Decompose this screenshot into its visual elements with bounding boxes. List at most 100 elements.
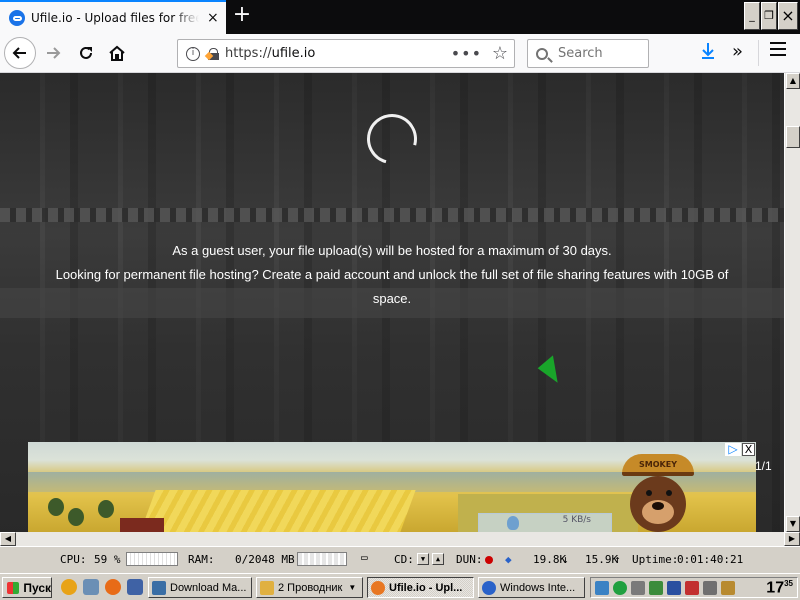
cd-eject-icon[interactable]: ▼ — [417, 553, 429, 565]
clock-minutes: 35 — [784, 579, 793, 588]
tray-app-icon[interactable] — [667, 581, 681, 595]
ad-close-button[interactable]: X — [742, 443, 755, 456]
volume-icon[interactable] — [631, 581, 645, 595]
tab-ufile[interactable]: Ufile.io - Upload files for free & share… — [0, 0, 226, 34]
search-icon — [536, 47, 548, 60]
clock[interactable]: 1735 — [766, 579, 793, 597]
bear-nose — [652, 502, 664, 510]
uptime-label: Uptime: — [632, 553, 679, 566]
tray-app-icon[interactable] — [649, 581, 663, 595]
tray-app-icon[interactable] — [613, 581, 627, 595]
tray-app-icon[interactable] — [685, 581, 699, 595]
system-monitor-bar: CPU: 59 % RAM: 0/2048 MB ▭ CD: ▼ ▲ DUN: … — [0, 546, 800, 572]
taskbar-button-label: Windows Inte... — [500, 581, 576, 594]
network-icon: ◆ — [505, 553, 512, 566]
advertisement-banner[interactable]: SMOKEY — [28, 442, 756, 532]
home-button[interactable] — [102, 38, 132, 68]
adchoices-icon[interactable]: ▷ — [725, 443, 741, 456]
dun-label: DUN: — [456, 553, 483, 566]
close-window-button[interactable]: × — [778, 2, 798, 30]
folder-icon — [260, 580, 274, 595]
download-manager-icon — [152, 580, 166, 595]
arrow-right-icon — [47, 47, 61, 59]
windows-logo-icon — [7, 581, 20, 594]
window-controls: _ ❐ × — [744, 2, 798, 30]
cpu-graph — [126, 552, 178, 566]
drive-icon: ▭ — [361, 551, 368, 564]
overflow-chevron-icon[interactable]: » — [732, 41, 743, 62]
ram-label: RAM: — [188, 553, 215, 566]
minimize-button[interactable]: _ — [744, 2, 760, 30]
start-button[interactable]: Пуск — [2, 577, 52, 598]
uptime-value: 0:01:40:21 — [677, 553, 744, 566]
ad-tree — [68, 508, 84, 526]
navigation-toolbar: i https://ufile.io ••• ☆ Search » — [0, 34, 800, 73]
quicklaunch-app-icon[interactable] — [127, 579, 143, 595]
search-box[interactable]: Search — [527, 39, 649, 68]
url-text[interactable]: https://ufile.io — [225, 46, 315, 61]
vertical-scrollbar[interactable]: ▲ ▼ — [784, 73, 800, 532]
ad-pager: 1/1 — [755, 459, 772, 473]
quicklaunch-app-icon[interactable] — [61, 579, 77, 595]
system-tray: 1735 — [590, 577, 798, 598]
reload-button[interactable] — [71, 38, 101, 68]
tab-strip: Ufile.io - Upload files for free & share… — [0, 0, 800, 34]
scroll-left-arrow-icon[interactable]: ◀ — [0, 532, 16, 546]
forward-button[interactable] — [38, 38, 68, 68]
horizontal-scrollbar[interactable]: ◀ ▶ — [0, 532, 800, 546]
hamburger-menu-icon[interactable] — [770, 42, 786, 60]
toolbar-separator — [758, 40, 759, 66]
taskbar-button-explorer[interactable]: 2 Проводник ▼ — [256, 577, 363, 598]
scroll-down-arrow-icon[interactable]: ▼ — [786, 516, 800, 532]
cpu-label: CPU: — [60, 553, 87, 566]
scroll-up-arrow-icon[interactable]: ▲ — [786, 73, 800, 89]
ad-field — [140, 490, 416, 532]
bookmark-star-icon[interactable]: ☆ — [492, 43, 508, 64]
taskbar-button-label: Ufile.io - Upl... — [389, 581, 463, 594]
ram-graph — [297, 552, 347, 566]
browser-window: Ufile.io - Upload files for free & share… — [0, 0, 800, 600]
background-detail — [0, 208, 784, 222]
site-info-icon[interactable]: i — [186, 46, 200, 61]
tab-title: Ufile.io - Upload files for free & share — [31, 11, 199, 25]
clock-hours: 17 — [766, 579, 785, 597]
tab-close-icon[interactable]: × — [207, 10, 219, 26]
tray-monitor-icon[interactable] — [595, 581, 609, 595]
tray-app-icon[interactable] — [703, 581, 717, 595]
quicklaunch-app-icon[interactable] — [83, 579, 99, 595]
scroll-right-arrow-icon[interactable]: ▶ — [784, 532, 800, 546]
ad-barn — [120, 518, 164, 532]
upload-arrow-icon: ↑ — [614, 553, 621, 566]
firefox-icon[interactable] — [105, 579, 121, 595]
ad-tree — [48, 498, 64, 516]
url-host: ufile.io — [271, 46, 316, 61]
taskbar-button-windows-internet[interactable]: Windows Inte... — [478, 577, 585, 598]
cd-label: CD: — [394, 553, 414, 566]
premium-notice: Looking for permanent file hosting? Crea… — [55, 267, 729, 306]
firefox-icon — [371, 580, 385, 595]
cd-close-icon[interactable]: ▲ — [432, 553, 444, 565]
start-label: Пуск — [23, 580, 51, 595]
address-bar[interactable]: i https://ufile.io ••• ☆ — [177, 39, 515, 68]
taskbar-button-download-manager[interactable]: Download Ma... — [148, 577, 252, 598]
new-tab-button[interactable]: + — [231, 4, 253, 27]
dun-status-icon — [485, 556, 493, 564]
bear-hat-text: SMOKEY — [639, 460, 677, 469]
guest-notice: As a guest user, your file upload(s) wil… — [172, 243, 612, 258]
arrow-left-icon — [12, 47, 26, 59]
scroll-thumb[interactable] — [786, 126, 800, 148]
taskbar-button-label: Download Ma... — [170, 581, 247, 594]
home-icon — [109, 45, 125, 61]
reload-icon — [80, 46, 92, 59]
search-placeholder: Search — [558, 46, 603, 61]
downloads-icon[interactable] — [700, 42, 716, 65]
taskbar-button-ufile[interactable]: Ufile.io - Upl... — [367, 577, 474, 598]
page-actions-icon[interactable]: ••• — [451, 44, 482, 63]
chevron-down-icon: ▼ — [348, 583, 357, 592]
ufile-favicon-icon — [9, 10, 25, 26]
tray-tool-icon[interactable] — [721, 581, 735, 595]
cpu-value: 59 % — [94, 553, 121, 566]
back-button[interactable] — [4, 37, 36, 69]
restore-button[interactable]: ❐ — [761, 2, 777, 30]
bear-eye — [646, 490, 652, 496]
